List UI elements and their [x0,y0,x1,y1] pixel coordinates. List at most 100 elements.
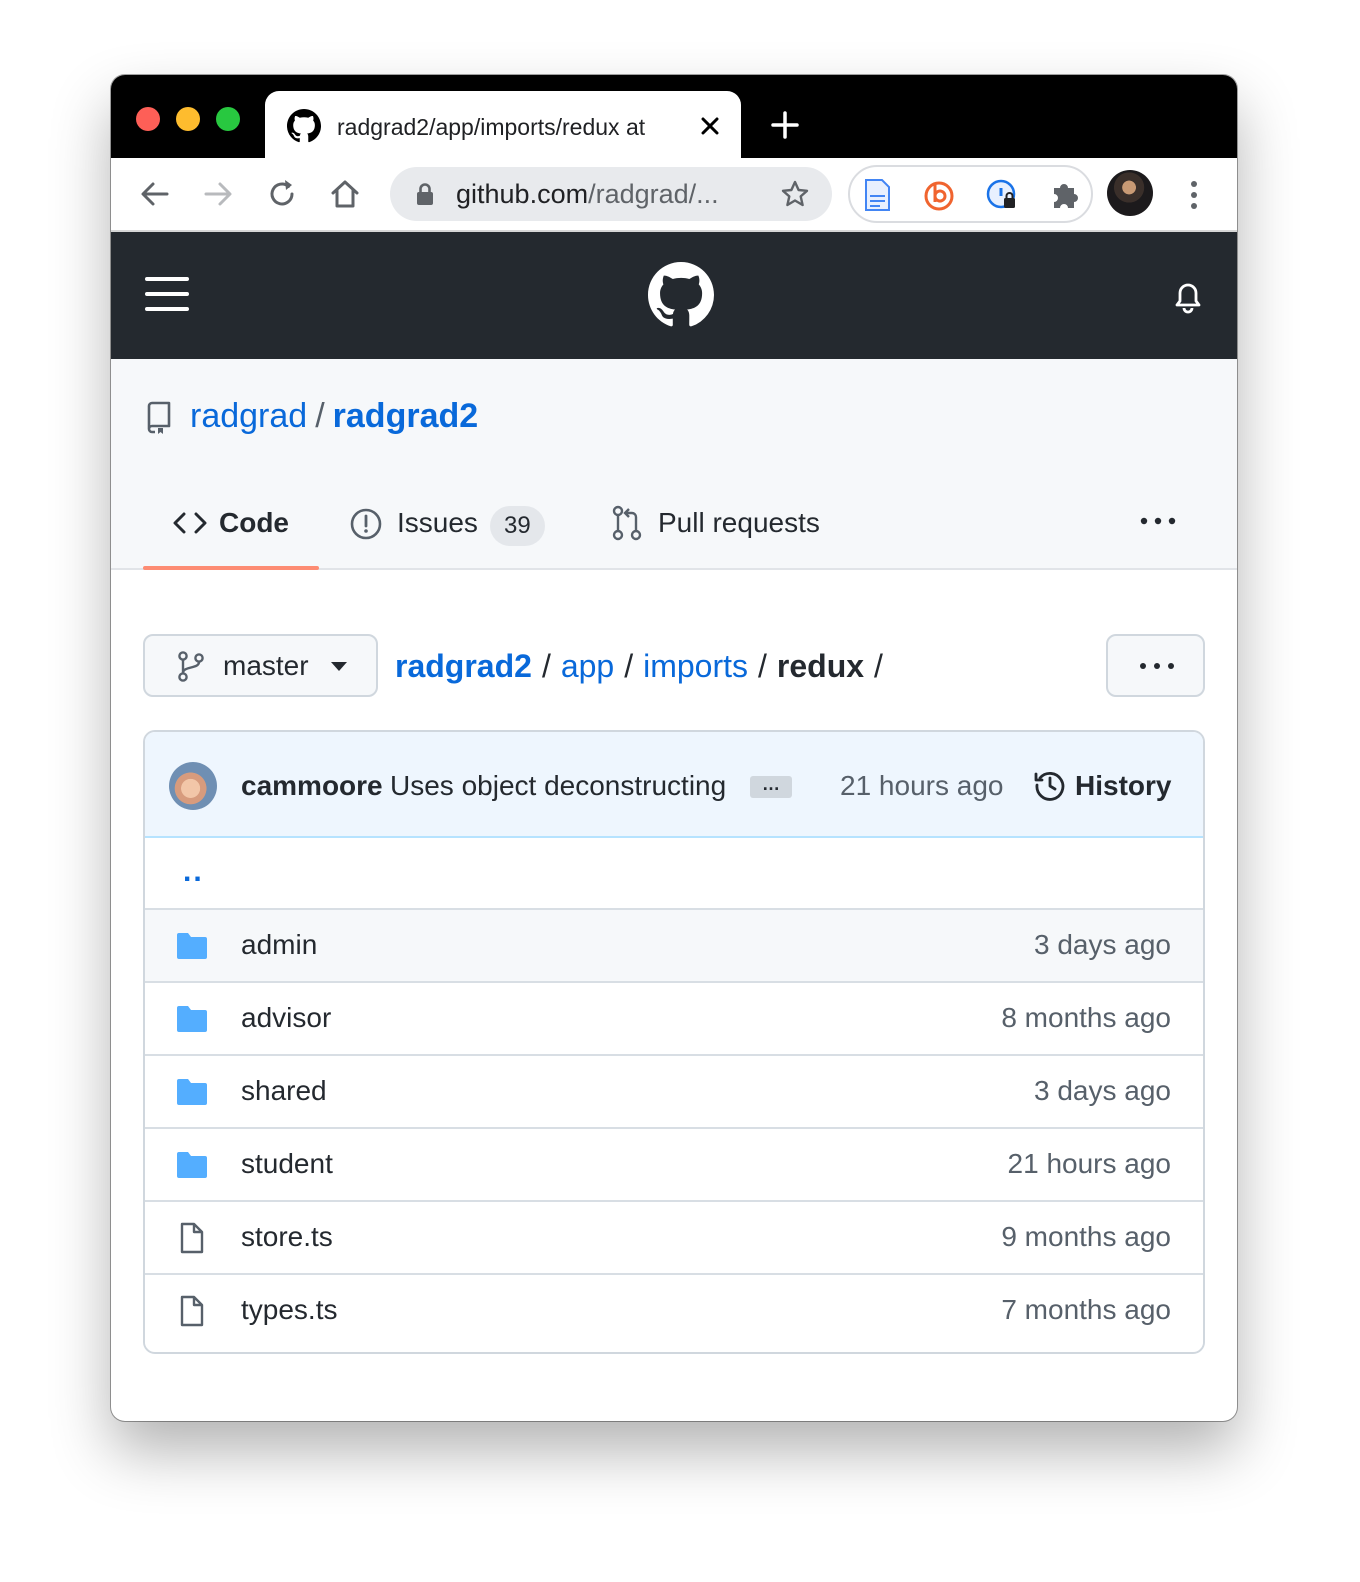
browser-toolbar: github.com/radgrad/... [111,158,1237,232]
table-row[interactable]: admin 3 days ago [145,910,1203,983]
history-icon [1034,772,1065,801]
history-link[interactable]: History [1075,766,1171,806]
url-path: /radgrad/... [588,179,719,209]
commit-author-link[interactable]: cammoore [241,766,383,806]
reload-icon[interactable] [264,176,300,212]
arrow-right-icon[interactable] [200,176,236,212]
table-row[interactable]: student 21 hours ago [145,1129,1203,1202]
github-favicon-icon [287,109,321,143]
tab-issues[interactable]: Issues 39 [349,497,549,549]
more-horizontal-icon [1140,663,1174,669]
profile-avatar[interactable] [1107,170,1153,216]
issue-opened-icon [350,508,382,540]
chevron-down-icon [331,662,347,671]
table-row[interactable]: store.ts 9 months ago [145,1202,1203,1275]
commit-expand-button[interactable]: … [750,775,792,798]
breadcrumb-root-link[interactable]: radgrad2 [395,648,532,684]
file-name-link[interactable]: advisor [241,998,331,1038]
breadcrumb-sep: / [874,648,883,684]
file-time: 3 days ago [1034,1075,1171,1106]
file-name-link[interactable]: admin [241,925,317,965]
home-icon[interactable] [327,176,363,212]
table-row[interactable]: advisor 8 months ago [145,983,1203,1056]
tab-issues-label: Issues [397,507,478,538]
file-name-link[interactable]: types.ts [241,1290,337,1330]
parent-directory-link[interactable]: .. [183,852,204,892]
browser-window: radgrad2/app/imports/redux at github.com… [111,75,1237,1421]
close-window-button[interactable] [136,107,160,131]
folder-icon [177,1006,207,1032]
issues-count-badge: 39 [490,506,545,546]
breadcrumb: radgrad2/app / imports / redux / [395,643,893,689]
code-icon [173,512,207,534]
commit-time: 21 hours ago [840,770,1004,801]
breadcrumb-sep: / [541,648,551,684]
puzzle-extension-icon[interactable] [1048,178,1082,212]
breadcrumb-sep: / [758,648,767,684]
file-actions-button[interactable] [1106,634,1205,697]
table-row[interactable]: shared 3 days ago [145,1056,1203,1129]
commit-message-link[interactable]: Uses object deconstructing [390,766,740,806]
close-tab-icon[interactable] [695,111,725,141]
new-tab-icon[interactable] [769,109,801,141]
arrow-left-icon[interactable] [137,176,173,212]
repo-separator: / [315,397,325,435]
breadcrumb-item-imports[interactable]: imports [643,648,748,684]
tab-title: radgrad2/app/imports/redux at [337,114,646,140]
repo-icon [147,401,171,434]
url-domain: github.com [456,179,589,209]
active-tab-underline [143,566,319,570]
minimize-window-button[interactable] [176,107,200,131]
branch-select-button[interactable]: master [143,634,378,697]
file-time: 21 hours ago [1007,1148,1171,1179]
maximize-window-button[interactable] [216,107,240,131]
docs-extension-icon[interactable] [860,178,894,212]
file-time: 7 months ago [1001,1294,1171,1325]
tab-code-label: Code [219,507,289,538]
b-extension-icon[interactable] [922,178,956,212]
file-listing: cammoore Uses object deconstructing … 21… [143,730,1205,1354]
github-logo-icon[interactable] [648,262,714,328]
lock-icon [417,183,433,205]
branch-name: master [223,650,309,681]
file-time: 9 months ago [1001,1221,1171,1252]
hamburger-menu-icon[interactable] [145,275,189,313]
tab-pull-requests[interactable]: Pull requests [611,497,820,549]
breadcrumb-item-app[interactable]: app [561,648,614,684]
breadcrumb-current: redux [776,648,865,684]
repo-header: radgrad / radgrad2 Code Issues 39 Pull r… [111,359,1237,570]
file-name-link[interactable]: shared [241,1071,327,1111]
tab-strip: radgrad2/app/imports/redux at [111,75,1237,158]
star-icon[interactable] [780,179,810,209]
folder-icon [177,933,207,959]
parent-directory-row: .. [145,838,1203,910]
table-row[interactable]: types.ts 7 months ago [145,1275,1203,1348]
more-horizontal-icon[interactable] [1139,511,1177,531]
file-icon [180,1295,204,1327]
bell-icon[interactable] [1171,278,1205,314]
address-bar[interactable]: github.com/radgrad/... [390,167,832,221]
repo-owner-link[interactable]: radgrad [190,397,307,435]
latest-commit-bar: cammoore Uses object deconstructing … 21… [145,732,1203,838]
info-lock-extension-icon[interactable] [985,178,1019,212]
breadcrumb-sep: / [624,648,634,684]
folder-icon [177,1152,207,1178]
file-name-link[interactable]: store.ts [241,1217,333,1257]
tab-code[interactable]: Code [173,497,289,549]
pull-request-icon [612,505,642,541]
repo-name-link[interactable]: radgrad2 [333,397,479,435]
file-icon [180,1222,204,1254]
tab-pull-requests-label: Pull requests [658,507,820,538]
url-text: github.com/radgrad/... [456,178,756,210]
file-time: 3 days ago [1034,929,1171,960]
file-time: 8 months ago [1001,1002,1171,1033]
avatar[interactable] [169,762,217,810]
github-header [111,232,1237,359]
browser-tab-active[interactable]: radgrad2/app/imports/redux at [265,91,741,158]
folder-icon [177,1079,207,1105]
repo-title: radgrad / radgrad2 [190,395,478,437]
extensions-group [848,165,1093,223]
git-branch-icon [178,651,204,682]
file-name-link[interactable]: student [241,1144,333,1184]
more-vertical-icon[interactable] [1179,178,1209,212]
